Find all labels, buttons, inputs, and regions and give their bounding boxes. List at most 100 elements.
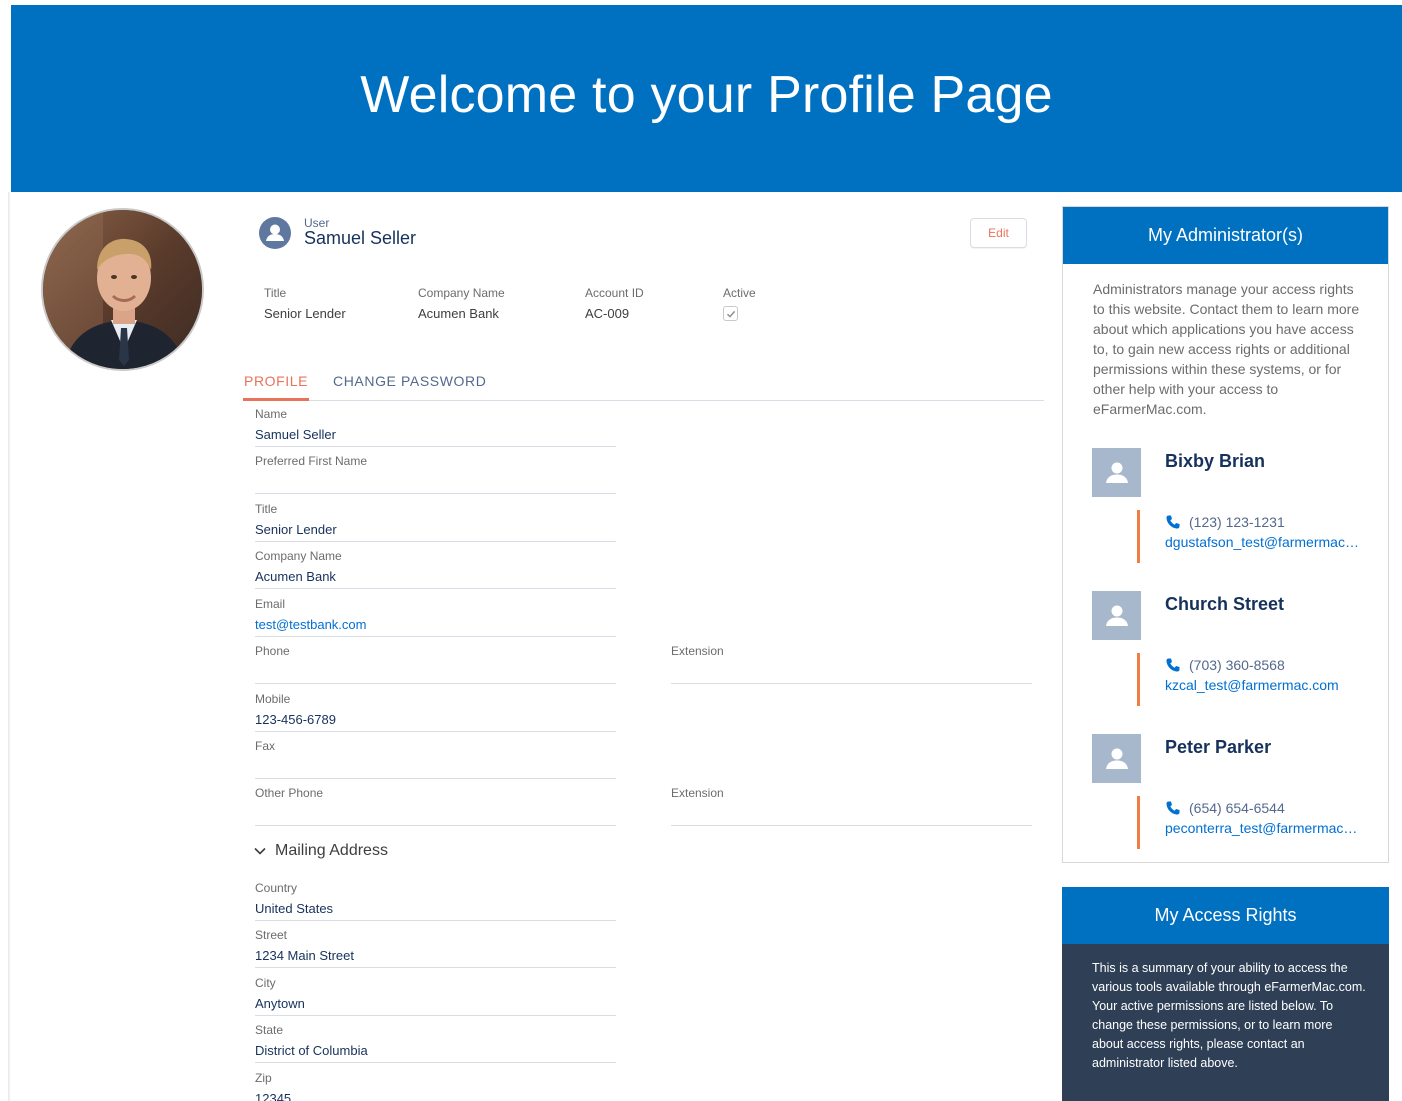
- phone-icon: [1166, 801, 1180, 815]
- field-value: 1234 Main Street: [255, 948, 355, 963]
- field-zip: Zip 12345: [255, 1065, 616, 1101]
- access-rights-card: My Access Rights This is a summary of yo…: [1062, 887, 1389, 1101]
- field-email: Email test@testbank.com: [255, 591, 616, 637]
- admin-avatar: [1092, 448, 1141, 497]
- administrators-card: My Administrator(s) Administrators manag…: [1062, 206, 1389, 863]
- tab-change-password[interactable]: CHANGE PASSWORD: [333, 371, 486, 401]
- field-street: Street 1234 Main Street: [255, 922, 616, 968]
- admin-accent-bar: [1137, 653, 1140, 706]
- field-label: Name: [255, 407, 288, 421]
- field-fax: Fax: [255, 733, 616, 779]
- field-other-phone: Other Phone: [255, 780, 616, 826]
- left-divider: [8, 192, 11, 1101]
- field-preferred-first-name: Preferred First Name: [255, 448, 616, 494]
- field-label: Email: [255, 597, 286, 611]
- mailing-address-title: Mailing Address: [275, 842, 388, 859]
- field-label: Title: [255, 502, 278, 516]
- admin-name[interactable]: Peter Parker: [1165, 737, 1271, 758]
- admin-email[interactable]: peconterra_test@farmermac.com: [1165, 820, 1360, 836]
- field-value: Acumen Bank: [255, 569, 336, 584]
- administrator-item: Bixby Brian (123) 123-1231 dgustafson_te…: [1063, 448, 1388, 568]
- user-record-icon: [259, 217, 291, 249]
- field-label: Country: [255, 881, 298, 895]
- field-value: 123-456-6789: [255, 712, 336, 727]
- highlight-value: Acumen Bank: [418, 306, 499, 321]
- phone-icon: [1166, 515, 1180, 529]
- highlight-value: Senior Lender: [264, 306, 346, 321]
- field-company-name: Company Name Acumen Bank: [255, 543, 616, 589]
- mailing-address-toggle[interactable]: Mailing Address: [253, 842, 388, 860]
- field-label: Other Phone: [255, 786, 324, 800]
- welcome-banner: Welcome to your Profile Page: [11, 5, 1402, 192]
- phone-icon: [1166, 658, 1180, 672]
- administrators-title: My Administrator(s): [1063, 207, 1388, 264]
- admin-accent-bar: [1137, 510, 1140, 563]
- field-value: Senior Lender: [255, 522, 337, 537]
- admin-name[interactable]: Bixby Brian: [1165, 451, 1265, 472]
- person-icon: [1105, 748, 1128, 769]
- admin-name[interactable]: Church Street: [1165, 594, 1284, 615]
- admin-phone-number: (703) 360-8568: [1189, 657, 1285, 673]
- admin-phone[interactable]: (703) 360-8568: [1165, 657, 1285, 673]
- tab-profile[interactable]: PROFILE: [243, 371, 310, 401]
- field-label: Company Name: [255, 549, 342, 563]
- admin-accent-bar: [1137, 796, 1140, 849]
- email-link[interactable]: test@testbank.com: [255, 617, 366, 632]
- access-rights-description: This is a summary of your ability to acc…: [1092, 961, 1366, 1070]
- admin-avatar: [1092, 734, 1141, 783]
- field-value: District of Columbia: [255, 1043, 368, 1058]
- field-value: Anytown: [255, 996, 305, 1011]
- highlight-label: Active: [723, 286, 756, 300]
- profile-page: Welcome to your Profile Page User Samuel…: [0, 0, 1402, 1101]
- profile-tabs: PROFILE CHANGE PASSWORD: [243, 371, 1044, 401]
- field-value: 12345: [255, 1091, 292, 1101]
- field-label: Zip: [255, 1071, 272, 1085]
- admin-email[interactable]: kzcal_test@farmermac.com: [1165, 677, 1360, 693]
- person-photo-icon: [43, 210, 202, 369]
- administrator-item: Church Street (703) 360-8568 kzcal_test@…: [1063, 591, 1388, 711]
- field-label: Phone: [255, 644, 290, 658]
- highlight-account-id: Account ID AC-009: [585, 286, 644, 321]
- admin-avatar: [1092, 591, 1141, 640]
- admin-phone[interactable]: (123) 123-1231: [1165, 514, 1285, 530]
- admin-phone[interactable]: (654) 654-6544: [1165, 800, 1285, 816]
- access-rights-title: My Access Rights: [1062, 887, 1389, 944]
- highlight-title: Title Senior Lender: [264, 286, 346, 321]
- field-phone-extension: Extension: [671, 638, 1032, 684]
- field-title: Title Senior Lender: [255, 496, 616, 542]
- person-icon: [1105, 462, 1128, 483]
- highlight-active: Active: [723, 286, 756, 321]
- field-label: Mobile: [255, 692, 291, 706]
- field-value: Samuel Seller: [255, 427, 336, 442]
- field-mobile: Mobile 123-456-6789: [255, 686, 616, 732]
- administrators-description: Administrators manage your access rights…: [1093, 281, 1360, 417]
- field-label: State: [255, 1023, 284, 1037]
- active-checkbox: [723, 306, 738, 321]
- record-name: Samuel Seller: [304, 228, 417, 248]
- field-name: Name Samuel Seller: [255, 401, 616, 447]
- highlight-label: Title: [264, 286, 287, 300]
- admin-phone-number: (123) 123-1231: [1189, 514, 1285, 530]
- field-state: State District of Columbia: [255, 1017, 616, 1063]
- highlight-label: Account ID: [585, 286, 644, 300]
- person-icon: [1105, 605, 1128, 626]
- admin-email[interactable]: dgustafson_test@farmermac.com: [1165, 534, 1360, 550]
- field-phone: Phone: [255, 638, 616, 684]
- administrator-item: Peter Parker (654) 654-6544 peconterra_t…: [1063, 734, 1388, 854]
- field-city: City Anytown: [255, 970, 616, 1016]
- field-label: Fax: [255, 739, 276, 753]
- page-title: Welcome to your Profile Page: [360, 65, 1053, 124]
- highlight-label: Company Name: [418, 286, 505, 300]
- chevron-down-icon: [254, 847, 266, 855]
- field-label: Preferred First Name: [255, 454, 368, 468]
- admin-phone-number: (654) 654-6544: [1189, 800, 1285, 816]
- field-value: United States: [255, 901, 334, 916]
- checkmark-icon: [726, 310, 735, 318]
- edit-button[interactable]: Edit: [970, 218, 1027, 248]
- field-label: City: [255, 976, 276, 990]
- field-country: Country United States: [255, 875, 616, 921]
- field-other-extension: Extension: [671, 780, 1032, 826]
- highlight-value: AC-009: [585, 306, 630, 321]
- field-label: Extension: [671, 644, 724, 658]
- field-label: Extension: [671, 786, 724, 800]
